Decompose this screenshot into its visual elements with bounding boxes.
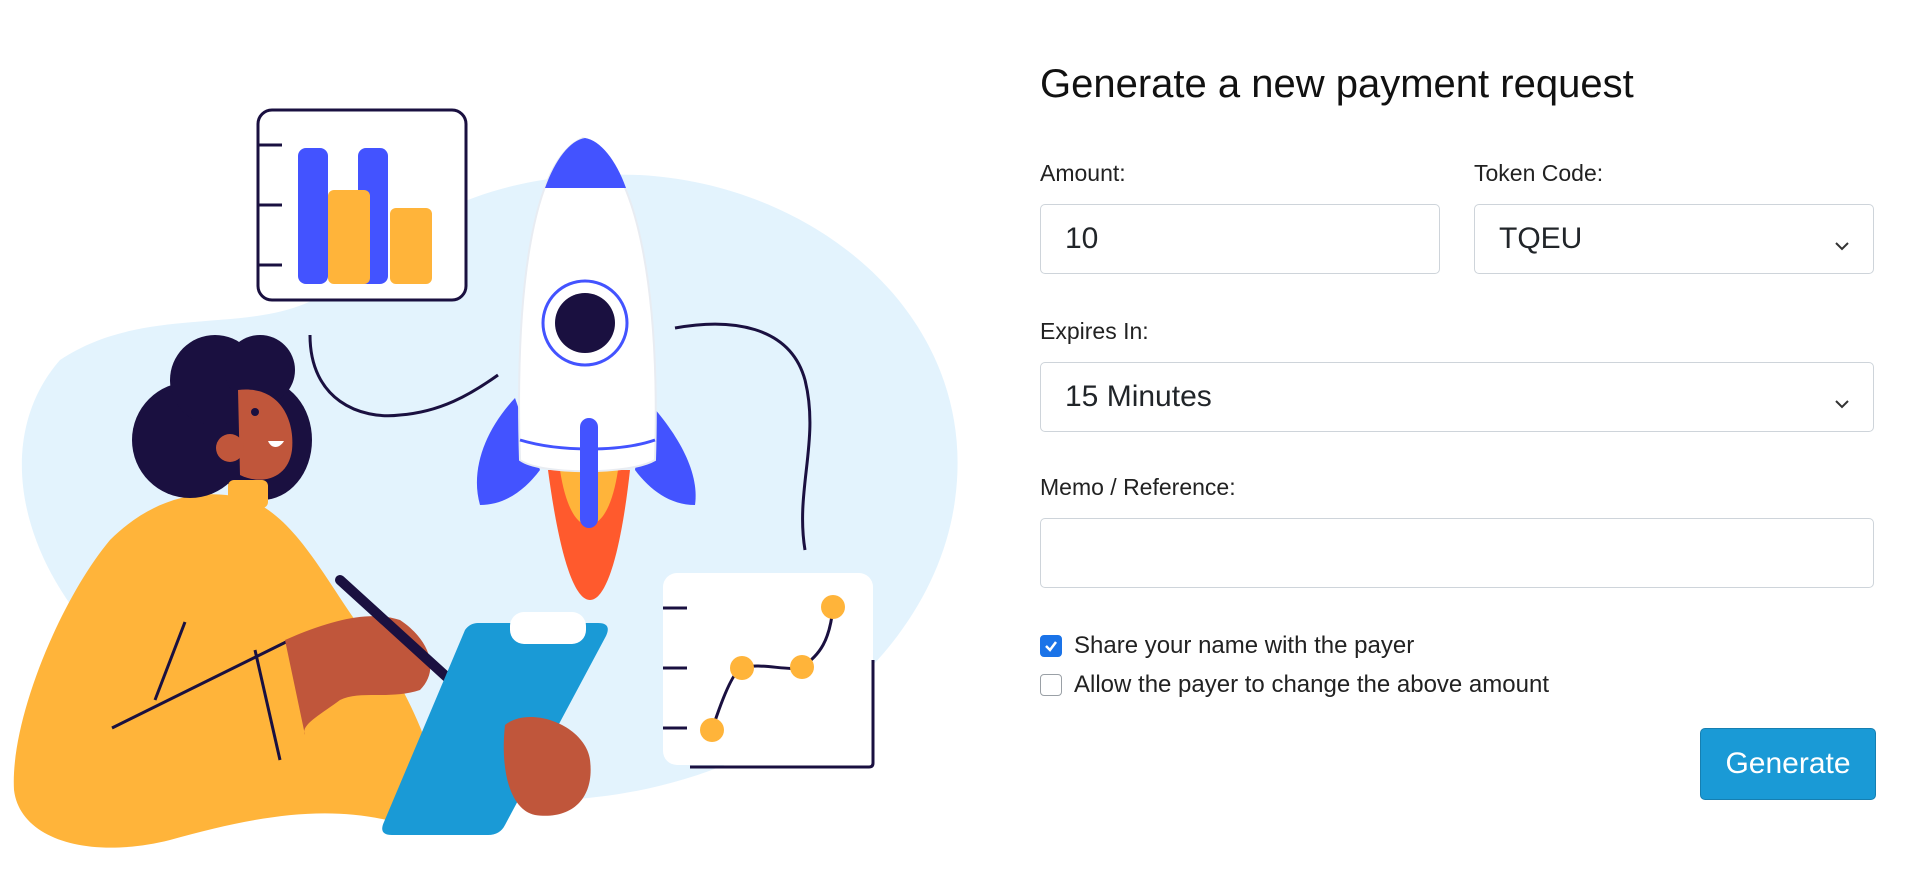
- bar-chart-card: [256, 108, 468, 302]
- expires-in-select[interactable]: 15 Minutes: [1040, 362, 1874, 432]
- page-title: Generate a new payment request: [1040, 62, 1634, 106]
- share-name-label: Share your name with the payer: [1074, 632, 1415, 659]
- checkmark-icon: [1045, 641, 1057, 652]
- payment-request-form: Generate a new payment request Amount: T…: [1040, 60, 1876, 800]
- token-code-label: Token Code:: [1474, 160, 1604, 186]
- generate-button[interactable]: Generate: [1700, 728, 1876, 800]
- amount-input[interactable]: 10: [1040, 204, 1440, 274]
- memo-label: Memo / Reference:: [1040, 474, 1236, 500]
- amount-label: Amount:: [1040, 160, 1126, 186]
- chevron-down-icon: [1833, 387, 1851, 421]
- expires-in-value: 15 Minutes: [1065, 380, 1212, 413]
- memo-input[interactable]: [1040, 518, 1874, 588]
- token-code-value: TQEU: [1499, 222, 1583, 255]
- hero-illustration: [0, 0, 1000, 870]
- amount-value: 10: [1065, 222, 1099, 255]
- share-name-checkbox[interactable]: [1040, 635, 1062, 657]
- allow-change-checkbox[interactable]: [1040, 674, 1062, 696]
- line-chart-card: [663, 573, 875, 769]
- expires-in-label: Expires In:: [1040, 318, 1149, 344]
- allow-change-checkbox-row[interactable]: Allow the payer to change the above amou…: [1040, 671, 1549, 699]
- chevron-down-icon: [1833, 229, 1851, 263]
- illustration-svg: [13, 108, 958, 848]
- token-code-select[interactable]: TQEU: [1474, 204, 1874, 274]
- share-name-checkbox-row[interactable]: Share your name with the payer: [1040, 632, 1414, 660]
- allow-change-label: Allow the payer to change the above amou…: [1074, 671, 1549, 698]
